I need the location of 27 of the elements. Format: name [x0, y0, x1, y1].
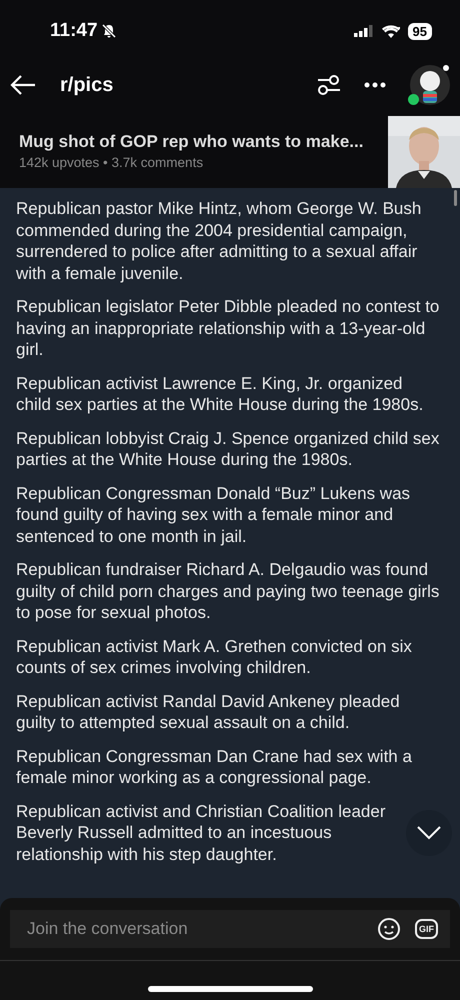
comment-paragraph: Republican fundraiser Richard A. Delgaudio was found guilty of child porn charges and paying two teenage girls to pose for sexual photos. — [16, 559, 440, 624]
avatar-icon[interactable] — [408, 63, 452, 107]
more-button[interactable] — [364, 82, 386, 88]
signal-icon — [354, 25, 374, 37]
comment-paragraph: Republican activist Mark A. Grethen convicted on six counts of sex crimes involving children. — [16, 636, 413, 678]
comment-input-field[interactable]: Join the conversation GIF — [10, 910, 450, 948]
emoji-icon[interactable] — [377, 917, 401, 941]
post-title[interactable]: Mug shot of GOP rep who wants to make... — [19, 132, 388, 152]
post-stats: 142k upvotes • 3.7k comments — [19, 155, 204, 170]
comment-paragraph: Republican activist Randal David Ankeney pleaded guilty to attempted sexual assault on a child. — [16, 690, 401, 734]
bell-slash-icon — [100, 23, 117, 39]
gif-button[interactable]: GIF — [415, 919, 438, 939]
comment-paragraph: Republican Congressman Dan Crane had sex with a female minor working as a congressional page. — [16, 746, 413, 788]
comment-paragraph: Republican legislator Peter Dibble pleaded no contest to having an inappropriate relationship with a 13-year-old girl. — [16, 296, 440, 360]
comment-paragraph: Republican Congressman Donald “Buz” Lukens was found guilty of having sex with a female minor and sentenced to one month in jail. — [16, 482, 412, 547]
comment-paragraph: Republican lobbyist Craig J. Spence organized child sex parties at the White House during the 1980s. — [16, 428, 440, 470]
comment-paragraph: Republican pastor Mike Hintz, whom George W. Bush commended during the 2004 presidential campaign, surrendered to police after admitting to a sexual affair with a female juvenile. — [16, 198, 422, 284]
comment-paragraph: Republican activist Lawrence E. King, Jr. organized child sex parties at the White House during the 1980s. — [16, 372, 424, 416]
clock-time: 11:47 — [50, 20, 98, 42]
scroll-bar — [454, 190, 457, 206]
battery-level: 95 — [408, 22, 432, 40]
back-button[interactable] — [10, 74, 36, 96]
chevron-down-icon — [417, 826, 441, 840]
wifi-icon — [382, 24, 400, 38]
comment-paragraph: Republican activist and Christian Coalition leader Beverly Russell admitted to an incestuous relationship with his step daughter. — [16, 800, 386, 865]
subreddit-title: r/pics — [60, 74, 114, 96]
filter-button[interactable] — [316, 72, 342, 98]
